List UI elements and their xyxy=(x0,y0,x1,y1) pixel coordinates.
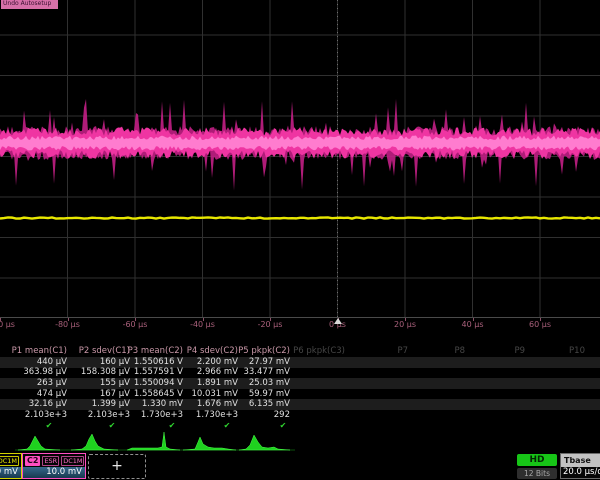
c2-scale-value: 10.0 mV xyxy=(23,467,85,478)
time-axis-label: -40 µs xyxy=(190,320,215,331)
channel-c2-descriptor-box[interactable]: C2 ESR DC1M 10.0 mV xyxy=(22,453,86,479)
timebase-descriptor-box[interactable]: Tbase 20.0 µs/div xyxy=(560,453,600,479)
histicon xyxy=(183,437,236,450)
histicon xyxy=(239,435,290,450)
add-trace-button[interactable]: + xyxy=(88,454,146,479)
histicon xyxy=(18,436,60,450)
waveform-grid: Undo Autosetup xyxy=(0,0,600,317)
oscilloscope-screen: Undo Autosetup -100 µs -80 µs -60 µs -40 µs… xyxy=(0,0,600,480)
traces xyxy=(0,0,600,317)
time-axis-label: 40 µs xyxy=(462,320,484,331)
hd-mode-badge[interactable]: HD xyxy=(517,454,557,466)
c2-coupling-badge: DC1M xyxy=(61,456,84,466)
c1-scale-value: 0 mV xyxy=(0,467,21,478)
c2-label-badge: C2 xyxy=(25,456,40,466)
trigger-position-marker[interactable] xyxy=(334,318,342,324)
time-axis-label: 60 µs xyxy=(529,320,551,331)
c2-esr-badge: ESR xyxy=(42,456,59,466)
time-axis-label: -20 µs xyxy=(258,320,283,331)
undo-autosetup-badge[interactable]: Undo Autosetup xyxy=(1,0,58,9)
c1-coupling-badge: DC1M xyxy=(0,456,19,466)
channel-c1-descriptor-box[interactable]: DC1M 0 mV xyxy=(0,453,22,479)
parameter-histicons xyxy=(0,430,600,452)
time-axis-label: 20 µs xyxy=(394,320,416,331)
table-cell: 25.03 mV xyxy=(210,378,290,389)
table-cell: 27.97 mV xyxy=(210,357,290,368)
param-header-dim[interactable]: P11 xyxy=(560,346,600,357)
table-cell: 33.477 mV xyxy=(210,367,290,378)
time-axis-label: -100 µs xyxy=(0,320,15,331)
timebase-scale: 20.0 µs/div xyxy=(561,467,600,478)
table-cell: 6.135 mV xyxy=(210,399,290,410)
time-axis-label: -80 µs xyxy=(55,320,80,331)
grid-bottom-border xyxy=(0,317,600,318)
histicon xyxy=(127,432,180,450)
table-cell: 59.97 mV xyxy=(210,389,290,400)
table-cell: 292 xyxy=(210,410,290,421)
hd-bits-label: 12 Bits xyxy=(517,468,557,479)
timebase-label: Tbase xyxy=(561,454,600,467)
time-axis-label: -60 µs xyxy=(123,320,148,331)
histicon xyxy=(71,434,118,450)
